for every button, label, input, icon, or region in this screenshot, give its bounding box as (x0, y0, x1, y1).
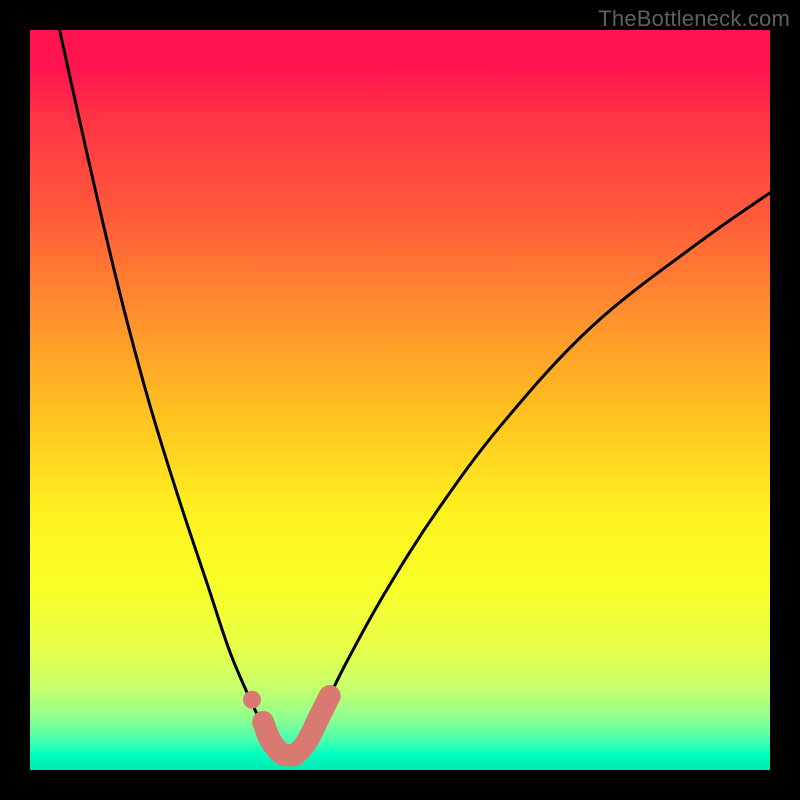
highlight-dot-icon (243, 691, 261, 709)
highlight-band-line (263, 696, 330, 755)
chart-area (30, 30, 770, 770)
bottleneck-curve-line (60, 30, 770, 755)
bottleneck-plot (30, 30, 770, 770)
watermark-label: TheBottleneck.com (598, 6, 790, 32)
